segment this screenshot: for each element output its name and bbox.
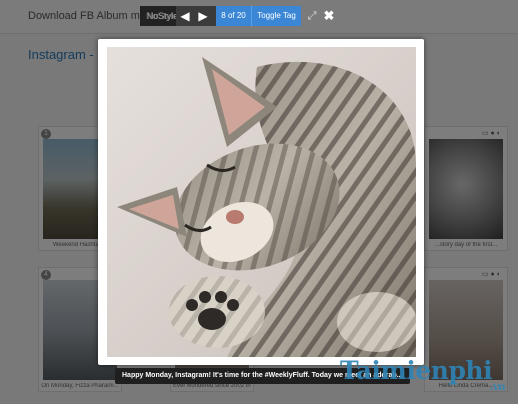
image-counter: 8 of 20 bbox=[216, 6, 251, 26]
close-icon[interactable]: ✖ bbox=[322, 6, 336, 26]
sleeping-cat-image bbox=[107, 47, 416, 357]
watermark-text: Taimienphi bbox=[340, 356, 493, 385]
lightbox-photo[interactable] bbox=[107, 47, 416, 357]
lightbox-nostyle-label: NoStyle bbox=[147, 11, 179, 21]
watermark-suffix: .vn bbox=[490, 382, 506, 393]
play-icon[interactable]: ▶ bbox=[194, 6, 212, 26]
expand-icon[interactable]: ⤢ bbox=[305, 8, 319, 24]
toggle-tag-button[interactable]: Toggle Tag bbox=[251, 6, 301, 26]
previous-icon[interactable]: ◀ bbox=[176, 6, 194, 26]
watermark-logo: Taimienphi .vn bbox=[340, 356, 506, 393]
